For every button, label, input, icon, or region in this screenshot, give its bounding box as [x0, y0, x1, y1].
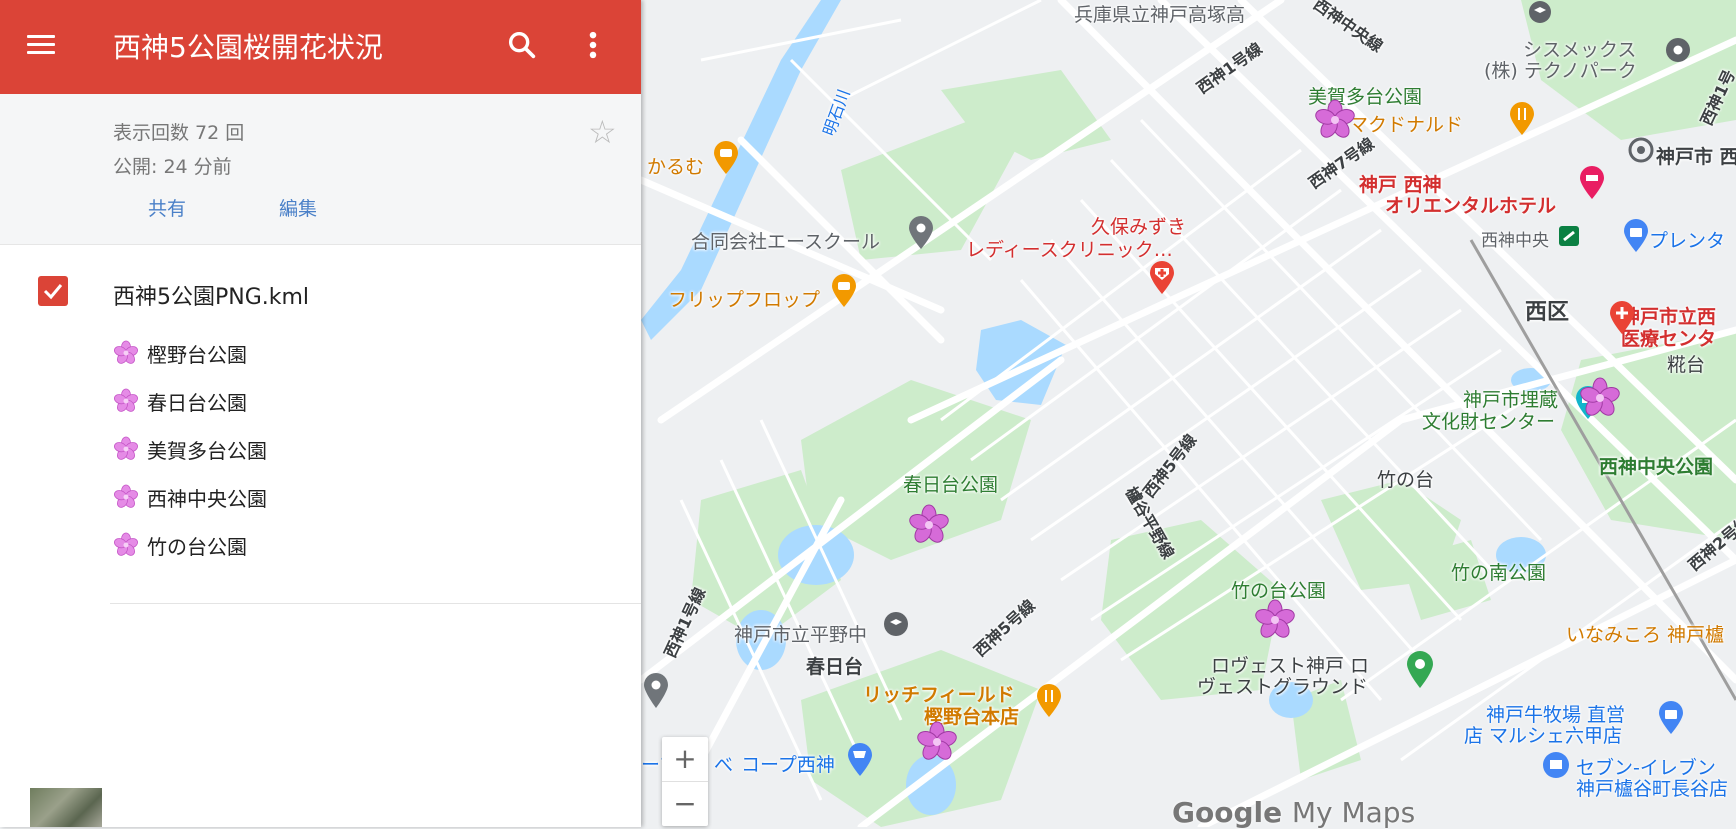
shopping-icon[interactable] — [1656, 700, 1686, 736]
list-item[interactable]: 春日台公園 — [113, 377, 267, 425]
share-button[interactable]: 共有 — [148, 194, 186, 221]
map-label: (株) テクノパーク — [1484, 60, 1637, 82]
menu-icon[interactable] — [27, 30, 57, 60]
star-icon[interactable]: ☆ — [588, 116, 617, 148]
map-label: かるむ — [647, 156, 705, 178]
map-label: 神戸市立平野中 — [734, 624, 868, 646]
map-label: レディースクリニック… — [966, 239, 1173, 261]
school-icon[interactable] — [1526, 0, 1554, 28]
place-pin-icon[interactable] — [1404, 650, 1436, 690]
list-item-label: 竹の台公園 — [147, 534, 247, 559]
place-pin-icon[interactable] — [1663, 36, 1693, 66]
list-item[interactable]: 美賀多台公園 — [113, 425, 267, 473]
map-label: いなみころ 神戸櫨 — [1566, 624, 1725, 646]
map-meta-section: 表示回数 72 回 公開: 24 分前 ☆ 共有 編集 — [0, 94, 641, 245]
shopping-icon[interactable] — [1621, 218, 1651, 254]
train-station-icon[interactable] — [1559, 226, 1579, 246]
layer-items: 樫野台公園 春日台公園 美賀多台公園 西神中央公園 竹の台公園 — [113, 329, 267, 569]
map-label: 春日台 — [806, 656, 864, 678]
zoom-controls: + − — [662, 737, 708, 826]
sakura-icon — [114, 484, 138, 508]
view-count: 表示回数 72 回 — [113, 122, 245, 144]
google-wordmark: Google — [1172, 796, 1283, 829]
zoom-in-button[interactable]: + — [662, 737, 708, 781]
more-vert-icon[interactable] — [580, 28, 606, 62]
sakura-marker[interactable] — [1578, 376, 1622, 420]
search-icon[interactable] — [505, 28, 539, 62]
cafe-icon[interactable] — [711, 140, 741, 176]
clinic-icon[interactable] — [1147, 260, 1177, 296]
place-pin-icon[interactable] — [906, 215, 936, 251]
sakura-marker[interactable] — [1253, 598, 1297, 642]
published-time: 公開: 24 分前 — [113, 156, 232, 178]
checkmark-icon — [43, 284, 63, 300]
sakura-icon — [114, 436, 138, 460]
map-label: フリップフロップ — [668, 289, 821, 311]
layer-name: 西神5公園PNG.kml — [113, 285, 310, 310]
map-label: 西区 — [1525, 300, 1570, 325]
map-canvas[interactable]: 兵庫県立神戸高塚高 シスメックス (株) テクノパーク 神戸市 西 美賀多台公園… — [641, 0, 1736, 827]
list-item[interactable]: 西神中央公園 — [113, 473, 267, 521]
list-item-label: 春日台公園 — [147, 390, 247, 415]
google-my-maps-logo: Google My Maps — [1172, 796, 1415, 829]
divider — [110, 603, 641, 604]
list-item[interactable]: 竹の台公園 — [113, 521, 267, 569]
list-item[interactable]: 樫野台公園 — [113, 329, 267, 377]
basemap-thumbnail[interactable] — [30, 788, 102, 827]
map-label: コープ西神 — [741, 754, 835, 776]
map-side-panel: 西神5公園桜開花状況 表示回数 72 回 公開: 24 分前 ☆ 共有 編集 西… — [0, 0, 641, 827]
place-pin-icon[interactable] — [641, 670, 671, 710]
map-label: べ — [714, 754, 734, 776]
sakura-icon — [114, 532, 138, 556]
sakura-marker[interactable] — [915, 720, 959, 764]
sakura-icon — [114, 388, 138, 412]
map-label: 竹の南公園 — [1451, 562, 1547, 584]
hotel-icon[interactable] — [1577, 165, 1607, 201]
map-label: 春日台公園 — [903, 474, 999, 496]
map-label: ヴェストグラウンド — [1197, 676, 1369, 698]
map-label: 兵庫県立神戸高塚高 — [1074, 4, 1246, 26]
list-item-label: 樫野台公園 — [147, 342, 247, 367]
app-header: 西神5公園桜開花状況 — [0, 0, 641, 94]
map-label: 神戸櫨谷町長谷店 — [1576, 778, 1729, 800]
sakura-icon — [114, 340, 138, 364]
map-label: 神戸市 西 — [1656, 146, 1736, 168]
place-target-icon[interactable] — [1626, 135, 1656, 165]
edit-button[interactable]: 編集 — [279, 194, 317, 221]
hospital-icon[interactable] — [1607, 300, 1637, 336]
my-maps-wordmark: My Maps — [1291, 796, 1416, 829]
school-icon[interactable] — [881, 610, 911, 640]
zoom-out-button[interactable]: − — [662, 782, 708, 826]
sakura-marker[interactable] — [1313, 98, 1357, 142]
map-label: プレンタ — [1649, 230, 1726, 252]
sakura-marker[interactable] — [907, 503, 951, 547]
map-label: 文化財センター — [1422, 411, 1556, 433]
map-label: 西神中央公園 — [1599, 456, 1714, 478]
map-label: オリエンタルホテル — [1385, 195, 1557, 217]
grocery-icon[interactable] — [845, 742, 875, 778]
map-title: 西神5公園桜開花状況 — [113, 31, 383, 64]
map-label: 合同会社エースクール — [691, 231, 881, 253]
map-label: 西神中央 — [1481, 231, 1549, 251]
list-item-label: 美賀多台公園 — [147, 438, 267, 463]
restaurant-icon[interactable] — [1034, 683, 1064, 719]
layer-checkbox[interactable] — [38, 276, 68, 306]
convenience-store-icon[interactable] — [1541, 750, 1571, 780]
map-label: 竹の台 — [1377, 469, 1435, 491]
cafe-icon[interactable] — [829, 273, 859, 309]
map-label: 糀台 — [1667, 354, 1706, 376]
list-item-label: 西神中央公園 — [147, 486, 267, 511]
map-label: 店 マルシェ六甲店 — [1464, 725, 1623, 747]
layer-section: 西神5公園PNG.kml 樫野台公園 春日台公園 美賀多台公園 西神中央公園 竹… — [0, 245, 641, 605]
restaurant-icon[interactable] — [1507, 101, 1537, 137]
